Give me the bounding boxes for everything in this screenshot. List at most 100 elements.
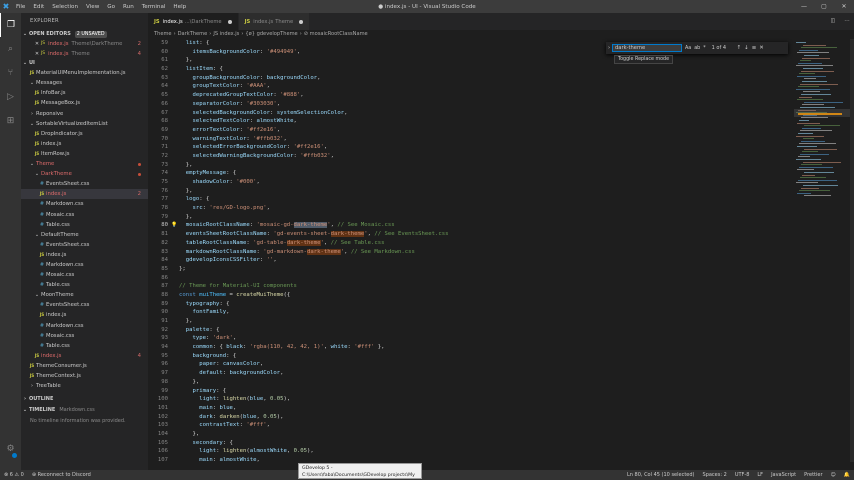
file-item[interactable]: JS ThemeConsumer.js bbox=[21, 361, 148, 371]
status-right-item[interactable]: Ln 80, Col 45 (10 selected) bbox=[627, 470, 695, 480]
find-input[interactable]: dark-theme bbox=[612, 44, 682, 52]
file-item[interactable]: JS index.js bbox=[21, 310, 148, 320]
file-item[interactable]: JS index.js 4 bbox=[21, 351, 148, 361]
tab-index-js-darktheme[interactable]: JS index.js ...\DarkTheme bbox=[148, 13, 239, 30]
tree-item-label: Messages bbox=[36, 80, 62, 87]
whole-word-toggle[interactable]: ab bbox=[694, 46, 700, 51]
ui-folder-section[interactable]: ⌄ UI bbox=[21, 59, 148, 68]
minimize-button[interactable]: — bbox=[794, 0, 814, 13]
breadcrumb-item[interactable]: DarkTheme bbox=[178, 31, 208, 37]
vertical-scrollbar[interactable] bbox=[850, 39, 854, 462]
file-item[interactable]: JS index.js bbox=[21, 139, 148, 149]
minimap[interactable] bbox=[794, 39, 850, 462]
code-line: 81 eventsSheetRootClassName: 'gd-events-… bbox=[148, 230, 794, 239]
menu-item-help[interactable]: Help bbox=[173, 4, 186, 10]
close-find-icon[interactable]: ✕ bbox=[759, 45, 764, 51]
file-item[interactable]: # EventsSheet.css bbox=[21, 179, 148, 189]
line-number: 86 bbox=[161, 274, 168, 281]
close-button[interactable]: ✕ bbox=[834, 0, 854, 13]
file-item[interactable]: JS ItemRow.js bbox=[21, 149, 148, 159]
manage-gear-icon[interactable]: ⚙ bbox=[0, 444, 21, 458]
folder-item[interactable]: › Reponsive bbox=[21, 109, 148, 119]
next-match-icon[interactable]: ↓ bbox=[744, 45, 749, 51]
file-item[interactable]: JS index.js bbox=[21, 250, 148, 260]
file-item[interactable]: JS MaterialUIMenuImplementation.js bbox=[21, 68, 148, 78]
previous-match-icon[interactable]: ↑ bbox=[737, 45, 742, 51]
status-right-item[interactable]: Spaces: 2 bbox=[703, 470, 727, 480]
unsaved-dot-icon[interactable] bbox=[227, 19, 232, 24]
file-item[interactable]: # Table.css bbox=[21, 341, 148, 351]
status-right-item[interactable]: Prettier bbox=[804, 470, 822, 480]
lightbulb-icon[interactable]: 💡 bbox=[171, 221, 177, 230]
file-item[interactable]: # Table.css bbox=[21, 280, 148, 290]
file-item[interactable]: # Markdown.css bbox=[21, 199, 148, 209]
status-right-item[interactable]: JavaScript bbox=[771, 470, 796, 480]
line-number: 100 bbox=[157, 396, 168, 403]
folder-item[interactable]: ⌄ DefaultTheme bbox=[21, 230, 148, 240]
close-icon[interactable]: ✕ bbox=[33, 39, 41, 49]
extensions-icon[interactable]: ⊞ bbox=[0, 109, 21, 133]
status-left-item[interactable]: ⊕ Reconnect to Discord bbox=[32, 470, 91, 480]
menu-item-terminal[interactable]: Terminal bbox=[142, 4, 166, 10]
timeline-section[interactable]: ⌄ TIMELINE Markdown.css bbox=[21, 406, 148, 415]
breadcrumb-item[interactable]: Theme bbox=[154, 31, 172, 37]
file-item[interactable]: JS ThemeContext.js bbox=[21, 371, 148, 381]
split-editor-icon[interactable]: ◫ bbox=[826, 13, 840, 30]
menu-item-edit[interactable]: Edit bbox=[33, 4, 44, 10]
folder-item[interactable]: ⌄ Theme bbox=[21, 159, 148, 169]
open-editors-section[interactable]: ⌄ OPEN EDITORS 2 UNSAVED bbox=[21, 30, 148, 39]
file-item[interactable]: JS index.js 2 bbox=[21, 189, 148, 200]
explorer-title: EXPLORER bbox=[30, 18, 59, 24]
minimap-line bbox=[797, 122, 820, 124]
regex-toggle[interactable]: * bbox=[703, 46, 705, 51]
file-item[interactable]: # Markdown.css bbox=[21, 321, 148, 331]
menu-item-file[interactable]: File bbox=[16, 4, 25, 10]
file-item[interactable]: # Mosaic.css bbox=[21, 331, 148, 341]
open-editor-item[interactable]: ✕ JS index.js Theme\DarkTheme 2 bbox=[21, 39, 148, 49]
folder-item[interactable]: ⌄ MoonTheme bbox=[21, 290, 148, 300]
menu-item-view[interactable]: View bbox=[86, 4, 99, 10]
file-item[interactable]: # EventsSheet.css bbox=[21, 240, 148, 250]
folder-item[interactable]: ⌄ DarkTheme bbox=[21, 169, 148, 179]
tab-index-js-theme[interactable]: JS index.js Theme bbox=[238, 13, 311, 30]
line-number: 63 bbox=[161, 74, 168, 81]
folder-item[interactable]: ⌄ Messages bbox=[21, 78, 148, 88]
open-editor-item[interactable]: ✕ JS index.js Theme 4 bbox=[21, 49, 148, 59]
file-item[interactable]: # Table.css bbox=[21, 220, 148, 230]
breadcrumb-item[interactable]: {ø} gdevelopTheme bbox=[245, 31, 297, 37]
find-in-selection-icon[interactable]: ≡ bbox=[752, 45, 757, 51]
file-item[interactable]: # Mosaic.css bbox=[21, 270, 148, 280]
menu-item-run[interactable]: Run bbox=[123, 4, 134, 10]
search-icon[interactable]: ⌕ bbox=[0, 37, 21, 61]
close-icon[interactable]: ✕ bbox=[33, 49, 41, 59]
unsaved-dot-icon[interactable] bbox=[299, 19, 304, 24]
status-left-item[interactable]: ⊗ 6 ⚠ 0 bbox=[4, 470, 24, 480]
status-right-item[interactable]: LF bbox=[757, 470, 763, 480]
status-right-item[interactable]: UTF-8 bbox=[735, 470, 750, 480]
outline-section[interactable]: › OUTLINE bbox=[21, 395, 148, 404]
folder-item[interactable]: › TreeTable bbox=[21, 381, 148, 391]
more-actions-icon[interactable]: ⋯ bbox=[840, 13, 854, 30]
status-right-item[interactable]: ☺ bbox=[831, 470, 836, 480]
status-right-item[interactable]: 🔔 bbox=[844, 470, 850, 480]
file-item[interactable]: # EventsSheet.css bbox=[21, 300, 148, 310]
file-item[interactable]: JS DropIndicator.js bbox=[21, 129, 148, 139]
maximize-button[interactable]: ▢ bbox=[814, 0, 834, 13]
code-editor[interactable]: 59 list: {60 itemsBackgroundColor: '#494… bbox=[148, 39, 794, 462]
file-item[interactable]: # Mosaic.css bbox=[21, 210, 148, 220]
breadcrumb-item[interactable]: ⊘ mosaicRootClassName bbox=[304, 31, 368, 37]
run-debug-icon[interactable]: ▷ bbox=[0, 85, 21, 109]
code-line: 87 // Theme for Material-UI components bbox=[148, 282, 794, 291]
match-case-toggle[interactable]: Aa bbox=[685, 46, 691, 51]
menu-item-go[interactable]: Go bbox=[107, 4, 115, 10]
folder-item[interactable]: ⌄ SortableVirtualizedItemList bbox=[21, 119, 148, 129]
explorer-icon[interactable]: ❐ bbox=[0, 13, 21, 37]
file-item[interactable]: JS MessageBox.js bbox=[21, 98, 148, 108]
tree-item-label: index.js bbox=[41, 352, 62, 359]
source-control-icon[interactable]: ⑂ bbox=[0, 61, 21, 85]
file-item[interactable]: # Markdown.css bbox=[21, 260, 148, 270]
file-item[interactable]: JS InfoBar.js bbox=[21, 88, 148, 98]
menu-item-selection[interactable]: Selection bbox=[52, 4, 78, 10]
breadcrumb-item[interactable]: JS index.js bbox=[213, 31, 239, 37]
breadcrumb-separator-icon: › bbox=[241, 31, 244, 37]
